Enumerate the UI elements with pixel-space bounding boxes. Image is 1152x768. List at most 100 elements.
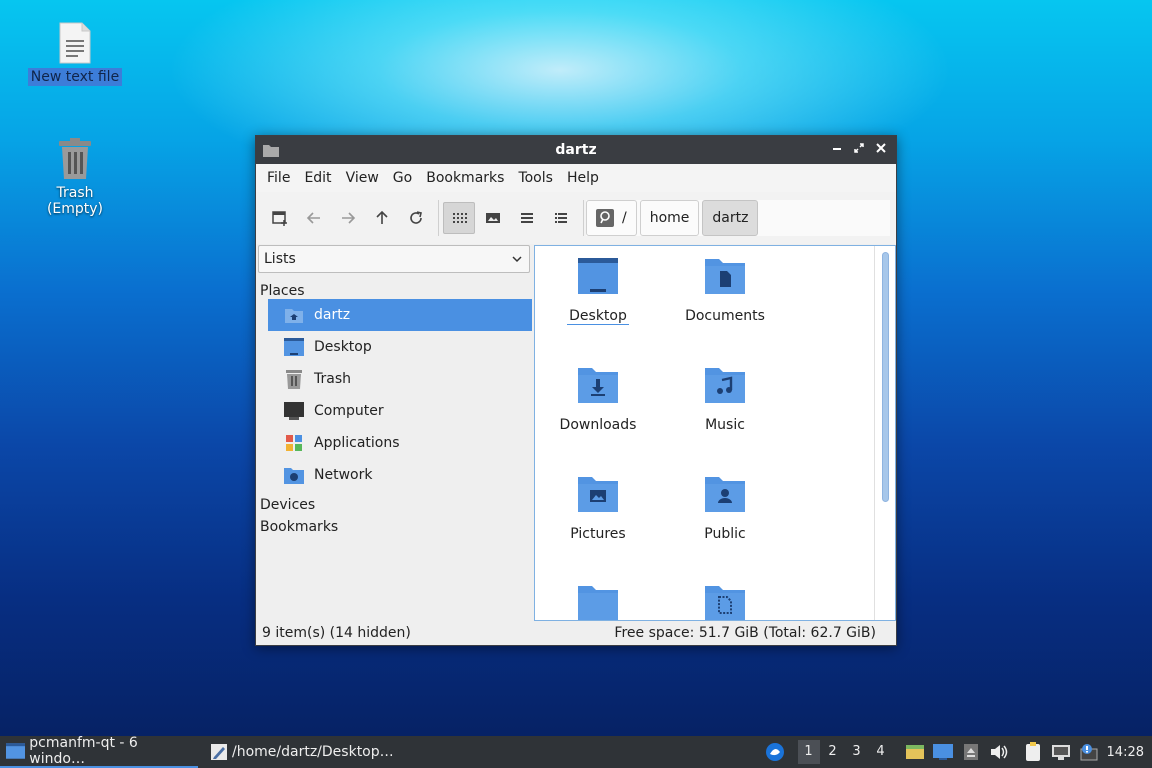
system-tray: 1 2 3 4 14:28 [761,736,1152,768]
list-icon [521,213,533,223]
place-label: Trash [314,371,351,387]
bookmarks-section-title[interactable]: Bookmarks [258,519,532,535]
toolbar-separator [438,200,439,236]
place-item-dartz[interactable]: dartz [268,299,532,331]
side-pane-mode-value: Lists [264,251,296,267]
menu-go[interactable]: Go [386,170,419,186]
scrollbar-track [874,246,875,620]
minimize-icon [833,148,841,150]
desktop-switch-1[interactable]: 1 [797,740,820,764]
detailed-view-button[interactable] [545,202,577,234]
file-manager-window: dartz File Edit View Go Bookmarks Tools … [255,135,897,646]
task-label: /home/dartz/Desktop… [232,744,394,760]
text-editor-icon [211,744,227,760]
menu-bookmarks[interactable]: Bookmarks [419,170,511,186]
new-tab-button[interactable] [264,202,296,234]
file-item-desktop[interactable]: Desktop [543,254,653,325]
public-folder-icon [705,477,745,512]
devices-section-title[interactable]: Devices [258,497,532,513]
path-root-button[interactable]: / [586,200,637,236]
search-icon [596,209,614,227]
vertical-scrollbar[interactable] [882,252,889,502]
file-item-downloads[interactable]: Downloads [543,363,653,433]
place-label: Network [314,467,373,483]
path-crumb-dartz[interactable]: dartz [702,200,759,236]
menu-view[interactable]: View [339,170,386,186]
file-item-public[interactable]: Public [670,472,780,542]
place-label: dartz [314,307,351,323]
network-folder-icon [284,465,304,485]
path-root-label: / [622,210,627,226]
task-pcmanfm[interactable]: pcmanfm-qt - 6 windo… [0,735,198,768]
pictures-folder-icon [578,477,618,512]
minimize-button[interactable] [828,141,846,159]
forward-button[interactable] [332,202,364,234]
image-icon [486,213,500,223]
clock[interactable]: 14:28 [1103,745,1152,760]
desktop-switch-3[interactable]: 3 [846,740,868,764]
place-item-desktop[interactable]: Desktop [268,331,532,363]
icon-view-button[interactable] [443,202,475,234]
menu-bar: File Edit View Go Bookmarks Tools Help [256,164,896,192]
desktop-icon-new-text-file[interactable]: New text file [25,22,125,86]
arrow-right-icon [342,212,356,224]
applications-icon [284,433,304,453]
desktop-switch-2[interactable]: 2 [822,740,844,764]
thumbnail-view-button[interactable] [477,202,509,234]
place-item-applications[interactable]: Applications [268,427,532,459]
network-icon[interactable] [1049,740,1073,764]
menu-file[interactable]: File [260,170,297,186]
icon-view-icon [453,213,467,223]
file-item-label: Desktop [567,308,629,325]
file-manager-tray-icon[interactable] [903,740,927,764]
file-item-music[interactable]: Music [670,363,780,433]
close-button[interactable] [872,141,890,159]
menu-tools[interactable]: Tools [511,170,560,186]
place-label: Applications [314,435,400,451]
trash-icon [59,138,91,179]
compact-view-button[interactable] [511,202,543,234]
eject-icon[interactable] [959,740,983,764]
computer-icon [284,401,304,421]
file-item-folder[interactable] [543,581,653,620]
status-bar: 9 item(s) (14 hidden) Free space: 51.7 G… [256,621,896,645]
volume-icon[interactable] [987,740,1011,764]
file-item-documents[interactable]: Documents [670,254,780,324]
desktop-folder-icon [578,258,618,294]
task-text-editor[interactable]: /home/dartz/Desktop… [204,736,400,768]
place-label: Desktop [314,339,372,355]
trash-icon [284,369,304,389]
places-section-title[interactable]: Places [258,283,532,299]
side-pane-mode-select[interactable]: Lists [258,245,530,273]
folder-icon [578,586,618,620]
back-button[interactable] [298,202,330,234]
file-item-label: Downloads [559,417,637,433]
arrow-up-icon [376,210,388,224]
folder-icon [6,743,26,759]
text-file-icon [59,22,91,64]
file-item-pictures[interactable]: Pictures [543,472,653,542]
update-notifier-icon[interactable] [1077,740,1101,764]
file-item-label: Pictures [570,526,626,542]
file-item-label: Documents [685,308,765,324]
file-view[interactable]: Desktop Documents Downloads Music Pictur… [534,245,896,621]
reload-button[interactable] [400,202,432,234]
show-desktop-icon[interactable] [931,740,955,764]
file-item-templates[interactable] [670,581,780,620]
clipboard-icon[interactable] [1021,740,1045,764]
maximize-button[interactable] [850,141,868,159]
folder-icon [263,143,279,161]
place-item-computer[interactable]: Computer [268,395,532,427]
templates-folder-icon [705,586,745,620]
title-bar[interactable]: dartz [256,136,896,164]
menu-edit[interactable]: Edit [297,170,338,186]
desktop-switch-4[interactable]: 4 [870,740,892,764]
menu-help[interactable]: Help [560,170,606,186]
up-button[interactable] [366,202,398,234]
place-item-network[interactable]: Network [268,459,532,491]
lubuntu-menu-icon[interactable] [763,740,787,764]
task-label: pcmanfm-qt - 6 windo… [29,735,138,767]
desktop-icon-trash[interactable]: Trash (Empty) [25,138,125,218]
path-crumb-home[interactable]: home [639,200,700,236]
place-item-trash[interactable]: Trash [268,363,532,395]
